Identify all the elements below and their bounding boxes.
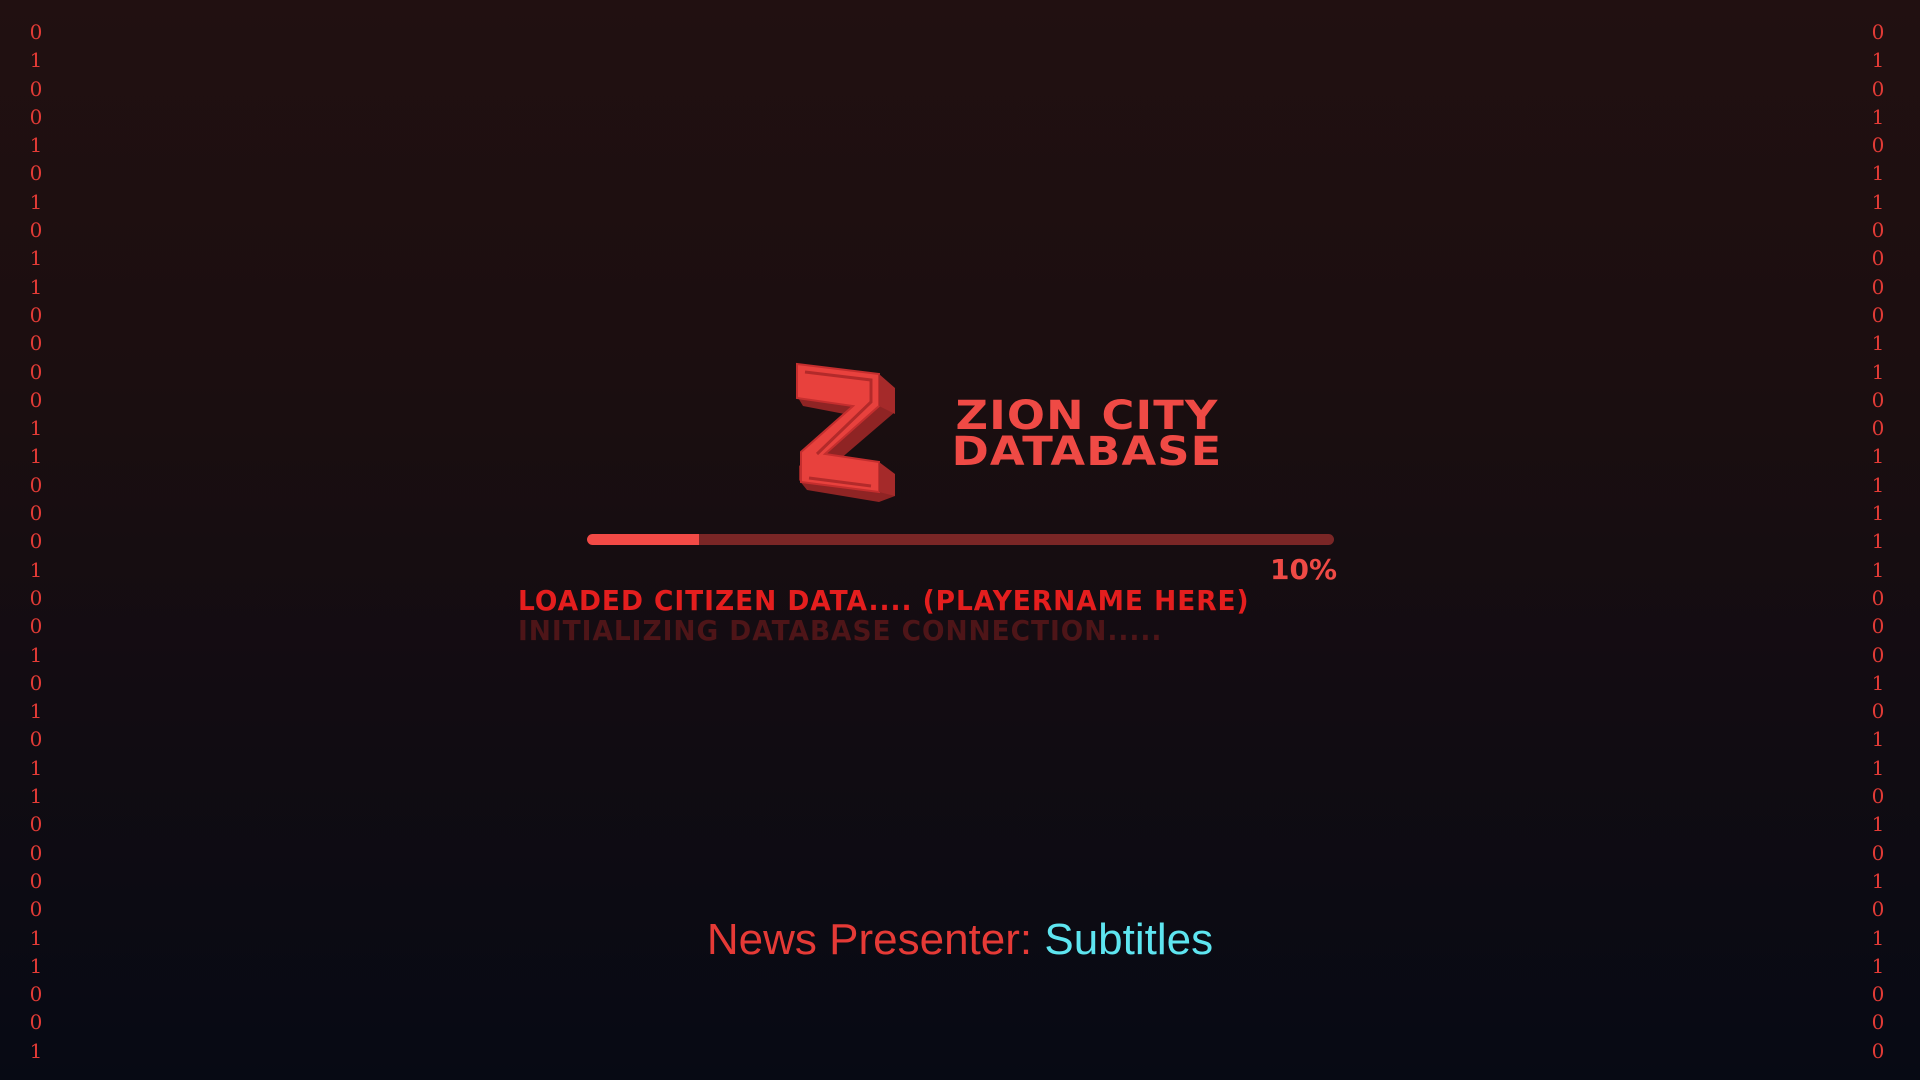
- binary-digit: 0: [29, 359, 43, 384]
- binary-digit: 0: [29, 529, 43, 554]
- binary-digit: 0: [1871, 218, 1885, 243]
- binary-digit: 1: [1871, 359, 1885, 384]
- binary-digit: 1: [1871, 812, 1885, 837]
- logo-title: ZION CITY DATABASE: [951, 393, 1223, 475]
- binary-digit: 1: [1871, 755, 1885, 780]
- binary-digit: 0: [1871, 1010, 1885, 1035]
- binary-digit: 1: [1871, 161, 1885, 186]
- binary-digit: 1: [1871, 472, 1885, 497]
- binary-digit: 1: [29, 246, 43, 271]
- status-previous: INITIALIZING DATABASE CONNECTION.....: [518, 614, 1163, 647]
- binary-digit: 1: [29, 274, 43, 299]
- binary-digit: 1: [1871, 331, 1885, 356]
- binary-digit: 0: [29, 585, 43, 610]
- binary-digit: 0: [1871, 133, 1885, 158]
- binary-digit: 1: [1871, 501, 1885, 526]
- binary-digit: 0: [1871, 642, 1885, 667]
- binary-digit: 1: [1871, 529, 1885, 554]
- binary-digit: 0: [29, 727, 43, 752]
- loading-progress-fill: [587, 534, 700, 545]
- binary-digit: 0: [29, 614, 43, 639]
- subtitle-speaker: News Presenter:: [706, 915, 1033, 964]
- binary-digit: 1: [1871, 104, 1885, 129]
- binary-digit: 0: [29, 840, 43, 865]
- binary-digit: 0: [1871, 784, 1885, 809]
- binary-digit: 0: [1871, 840, 1885, 865]
- binary-digit: 1: [1871, 670, 1885, 695]
- loading-progress-bar: [587, 534, 1334, 545]
- binary-digit: 1: [29, 755, 43, 780]
- binary-digit: 0: [1871, 274, 1885, 299]
- binary-digit: 0: [29, 331, 43, 356]
- binary-digit: 1: [1871, 189, 1885, 214]
- binary-digit: 1: [1871, 444, 1885, 469]
- subtitle-line: Subtitles: [1044, 915, 1214, 964]
- binary-digit: 0: [1871, 387, 1885, 412]
- binary-digit: 0: [1871, 20, 1885, 44]
- binary-digit: 0: [29, 1010, 43, 1035]
- binary-digit: 0: [29, 104, 43, 129]
- binary-digit: 0: [29, 302, 43, 327]
- binary-digit: 1: [29, 48, 43, 73]
- binary-digit: 1: [29, 699, 43, 724]
- binary-digit: 1: [29, 444, 43, 469]
- binary-digit: 1: [29, 557, 43, 582]
- binary-digit: 1: [1871, 557, 1885, 582]
- binary-digit: 0: [1871, 302, 1885, 327]
- binary-digit: 0: [1871, 1038, 1885, 1063]
- binary-digit: 0: [29, 501, 43, 526]
- binary-digit: 1: [1871, 727, 1885, 752]
- binary-digit: 1: [1871, 868, 1885, 893]
- binary-digit: 0: [29, 76, 43, 101]
- loading-percent: 10%: [1270, 553, 1338, 586]
- binary-digit: 0: [1871, 614, 1885, 639]
- binary-digit: 1: [29, 642, 43, 667]
- binary-digit: 0: [29, 161, 43, 186]
- binary-digit: 0: [29, 472, 43, 497]
- binary-column-left: 0100101011000011000100101011000011001: [21, 18, 51, 1065]
- binary-digit: 0: [1871, 982, 1885, 1007]
- zion-city-logo: ZION CITY DATABASE: [795, 362, 1235, 502]
- binary-digit: 0: [29, 670, 43, 695]
- binary-digit: 1: [29, 133, 43, 158]
- binary-digit: 0: [29, 868, 43, 893]
- binary-digit: 0: [29, 20, 43, 44]
- binary-digit: 1: [1871, 48, 1885, 73]
- binary-digit: 0: [29, 982, 43, 1007]
- binary-digit: 0: [29, 387, 43, 412]
- subtitle-bar: News Presenter: Subtitles: [0, 914, 1920, 966]
- binary-digit: 1: [29, 784, 43, 809]
- binary-digit: 0: [1871, 585, 1885, 610]
- binary-digit: 0: [1871, 246, 1885, 271]
- binary-digit: 1: [29, 189, 43, 214]
- binary-digit: 0: [29, 812, 43, 837]
- binary-column-right: 0101011000011001111100010110101011000: [1863, 18, 1893, 1065]
- binary-digit: 1: [29, 1038, 43, 1063]
- binary-digit: 0: [1871, 416, 1885, 441]
- binary-digit: 0: [29, 218, 43, 243]
- binary-digit: 0: [1871, 76, 1885, 101]
- binary-digit: 0: [1871, 699, 1885, 724]
- status-current: LOADED CITIZEN DATA.... (PLAYERNAME HERE…: [518, 584, 1250, 617]
- binary-digit: 1: [29, 416, 43, 441]
- zion-z-logo-icon: [796, 362, 895, 502]
